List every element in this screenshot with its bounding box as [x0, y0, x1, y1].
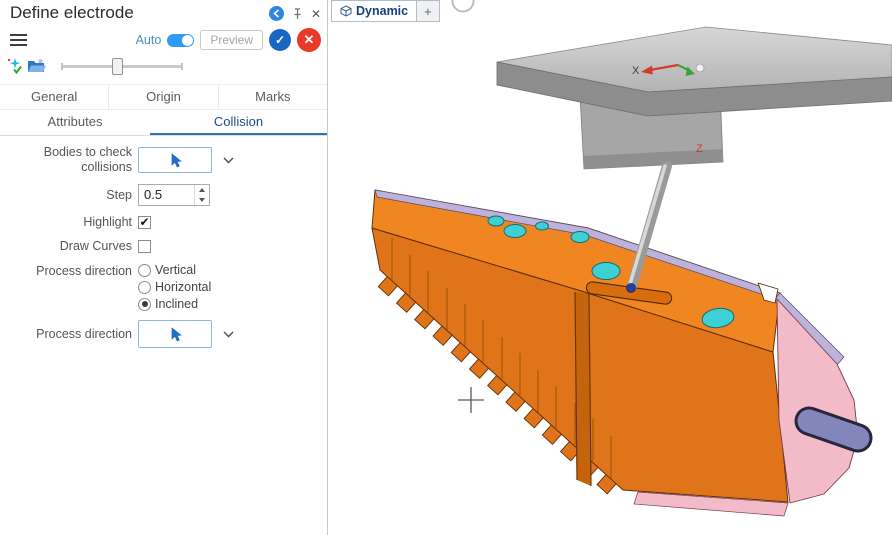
origin-sphere — [696, 64, 704, 72]
tab-row-secondary: Attributes Collision — [0, 110, 327, 136]
radio-label-inclined: Inclined — [155, 297, 198, 311]
process-direction2-row: Process direction — [0, 320, 327, 348]
page-title: Define electrode — [10, 3, 134, 23]
arrow-down-icon — [199, 198, 205, 202]
process-direction-row: Process direction Vertical Horizontal In… — [0, 263, 327, 311]
checkmark-icon: ✔ — [139, 216, 149, 228]
tab-general[interactable]: General — [0, 85, 108, 109]
radio-circle-horizontal — [138, 281, 151, 294]
tab-attributes[interactable]: Attributes — [0, 110, 150, 135]
x-axis-label: X — [632, 65, 640, 77]
step-input[interactable]: 0.5 — [138, 184, 210, 206]
highlight-checkbox[interactable]: ✔ — [138, 216, 151, 229]
step-value[interactable]: 0.5 — [139, 185, 194, 205]
confirm-button[interactable]: ✓ — [269, 29, 291, 51]
process-direction-label: Process direction — [0, 263, 138, 279]
draw-curves-checkbox[interactable] — [138, 240, 151, 253]
electrode-library-icon[interactable] — [26, 56, 48, 76]
radio-circle-vertical — [138, 264, 151, 277]
radio-inclined[interactable]: Inclined — [138, 297, 211, 311]
pick-cursor-icon — [169, 153, 182, 168]
bodies-label-line2: collisions — [0, 160, 132, 175]
step-row: Step 0.5 — [0, 184, 327, 206]
end-cap-pink-face — [777, 299, 858, 503]
chevron-down-icon — [223, 331, 234, 338]
bodies-to-check-label: Bodies to check collisions — [0, 145, 138, 175]
preview-button[interactable]: Preview — [200, 30, 263, 50]
direction-expand-chevron[interactable] — [223, 331, 234, 338]
process-direction2-label: Process direction — [0, 327, 138, 342]
auto-label: Auto — [136, 33, 162, 47]
bodies-to-check-row: Bodies to check collisions — [0, 145, 327, 175]
bodies-expand-chevron[interactable] — [223, 157, 234, 164]
viewport-tab-bar: Dynamic + — [328, 0, 440, 22]
toggle-knob — [182, 35, 193, 46]
pick-bodies-button[interactable] — [138, 147, 212, 173]
radio-label-horizontal: Horizontal — [155, 280, 211, 294]
new-viewport-tab-button[interactable]: + — [417, 0, 440, 22]
rod-tip — [627, 284, 636, 293]
auto-toggle[interactable] — [167, 34, 194, 47]
chevron-down-icon — [223, 157, 234, 164]
tab-row-primary: General Origin Marks — [0, 84, 327, 110]
menu-icon[interactable] — [10, 31, 27, 49]
radio-label-vertical: Vertical — [155, 263, 196, 277]
radio-horizontal[interactable]: Horizontal — [138, 280, 211, 294]
draw-curves-label: Draw Curves — [0, 239, 138, 254]
middle-groove — [575, 292, 591, 486]
crosshair-cursor — [458, 387, 484, 413]
pin-icon — [292, 8, 303, 20]
define-electrode-panel: Define electrode ✕ Auto Preview ✓ ✕ — [0, 0, 328, 535]
radio-vertical[interactable]: Vertical — [138, 263, 211, 277]
quick-actions-row — [0, 52, 327, 84]
tab-collision[interactable]: Collision — [150, 110, 327, 135]
purple-tab — [809, 421, 858, 438]
z-axis-label: Z — [696, 143, 703, 155]
tab-marks[interactable]: Marks — [218, 85, 327, 109]
viewport-tab-label: Dynamic — [356, 4, 408, 18]
electrode-check-icon[interactable] — [4, 56, 26, 76]
radio-circle-inclined — [138, 298, 151, 311]
viewport-tab-dynamic[interactable]: Dynamic — [331, 0, 417, 22]
collapse-panel-button[interactable] — [269, 6, 284, 21]
draw-curves-row: Draw Curves — [0, 239, 327, 254]
panel-header: Define electrode ✕ — [0, 0, 327, 23]
toolbar-right-group: Auto Preview ✓ ✕ — [136, 28, 321, 52]
application-window: Define electrode ✕ Auto Preview ✓ ✕ — [0, 0, 892, 535]
bodies-label-line1: Bodies to check — [0, 145, 132, 160]
slider-thumb[interactable] — [112, 58, 123, 75]
viewport-3d-canvas[interactable]: Z X — [328, 0, 892, 535]
pick-direction-button[interactable] — [138, 320, 212, 348]
transparency-slider[interactable] — [62, 58, 182, 74]
cancel-button[interactable]: ✕ — [297, 28, 321, 52]
panel-window-controls: ✕ — [269, 6, 321, 21]
arrow-up-icon — [199, 188, 205, 192]
step-label: Step — [0, 188, 138, 203]
view-control-icon[interactable] — [453, 0, 474, 12]
viewport[interactable]: Z X — [328, 0, 892, 535]
panel-toolbar: Auto Preview ✓ ✕ — [0, 23, 327, 52]
step-decrement-button[interactable] — [195, 195, 209, 205]
cube-icon — [340, 5, 352, 17]
pick-cursor-icon — [169, 327, 182, 342]
chevron-left-icon — [272, 9, 281, 18]
process-direction-options: Vertical Horizontal Inclined — [138, 263, 211, 311]
step-spinner — [194, 185, 209, 205]
highlight-label: Highlight — [0, 215, 138, 230]
workpiece[interactable] — [372, 190, 858, 516]
pin-panel-button[interactable] — [292, 8, 303, 20]
step-increment-button[interactable] — [195, 185, 209, 195]
highlight-row: Highlight ✔ — [0, 215, 327, 230]
tab-origin[interactable]: Origin — [108, 85, 217, 109]
holder-plate[interactable] — [497, 27, 892, 116]
close-panel-button[interactable]: ✕ — [311, 8, 321, 20]
